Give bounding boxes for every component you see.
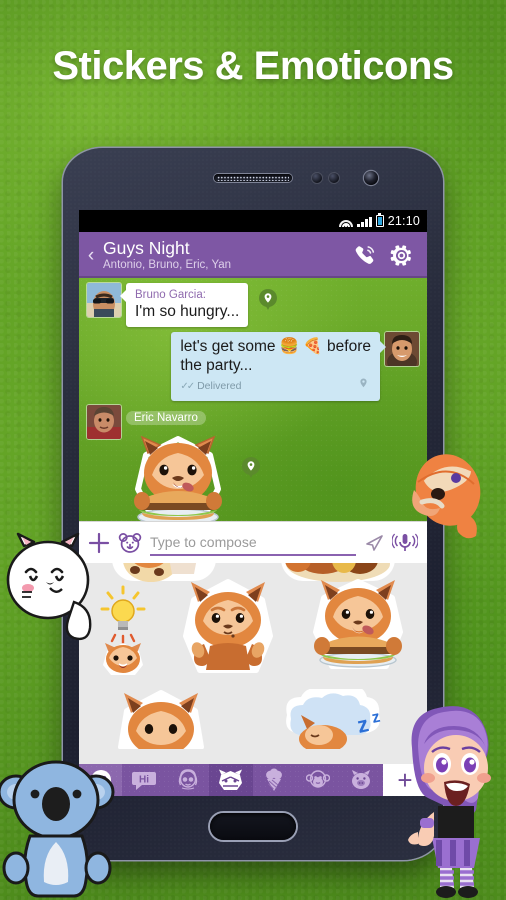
proximity-sensor [312, 173, 322, 183]
bear-face-icon[interactable] [118, 532, 142, 554]
wifi-icon [339, 216, 354, 227]
sidebar-item-pig[interactable] [339, 764, 383, 796]
light-sensor [329, 173, 339, 183]
svg-text:Hi: Hi [139, 775, 149, 786]
status-bar-time: 21:10 [387, 214, 420, 228]
message-text-line2: the party... [180, 357, 253, 374]
sticker-panel[interactable]: z z Hi + [79, 563, 427, 796]
phone-device: 21:10 ‹ Guys Night Antonio, Bruno, Eric,… [63, 148, 443, 860]
message-bubble-outgoing[interactable]: let's get some 🍔 🍕 before the party... ✓… [171, 332, 386, 401]
ice-cream-icon [266, 768, 283, 791]
orange-creature-mascot [412, 454, 481, 539]
sticker-message-body: Eric Navarro [126, 405, 260, 521]
status-bar: 21:10 [79, 210, 427, 232]
chat-participants: Antonio, Bruno, Eric, Yan [103, 258, 232, 271]
chat-title-block[interactable]: Guys Night Antonio, Bruno, Eric, Yan [99, 237, 347, 272]
back-icon[interactable]: ‹ [83, 246, 99, 265]
panda-peek-sticker[interactable] [113, 689, 209, 749]
message-bubble-incoming[interactable]: Bruno Garcia: I'm so hungry... [119, 283, 249, 327]
hi-bubble-icon: Hi [132, 772, 157, 790]
message-row-incoming: Bruno Garcia: I'm so hungry... [79, 278, 427, 327]
sidebar-item-red-panda[interactable] [209, 764, 253, 796]
message-row-sticker: Eric Navarro [79, 401, 427, 521]
panda-burger-sticker[interactable] [306, 576, 410, 682]
chat-title: Guys Night [103, 237, 190, 258]
white-cat-mascot [6, 532, 92, 641]
front-camera [364, 171, 378, 185]
chat-header: ‹ Guys Night Antonio, Bruno, Eric, Yan [79, 232, 427, 278]
sticker-row [79, 563, 427, 582]
sidebar-item-girl[interactable] [165, 764, 210, 796]
send-arrow-icon[interactable] [364, 534, 384, 552]
purple-hair-girl-mascot [408, 706, 491, 898]
gear-icon[interactable] [383, 237, 419, 273]
sidebar-item-monkey[interactable] [296, 764, 340, 796]
pizza-emoji: 🍕 [303, 338, 323, 355]
sticker-row [79, 573, 427, 685]
sticker-row: z z [79, 685, 427, 749]
monkey-icon [305, 770, 330, 788]
sticker-and-pin [126, 429, 260, 521]
battery-icon [375, 213, 384, 227]
message-text-part1: let's get some [180, 338, 276, 355]
avatar[interactable] [87, 283, 121, 317]
location-pin-icon[interactable] [242, 457, 260, 479]
message-status-row: ✓✓ Delivered [180, 377, 371, 395]
panda-idea-sticker[interactable] [96, 583, 150, 675]
red-panda-burger-sticker[interactable] [126, 429, 230, 521]
compose-bar: Type to compose [79, 521, 427, 563]
avatar[interactable] [385, 332, 419, 366]
panda-sleeping-sticker[interactable]: z z [257, 689, 393, 749]
message-text-part2: before [327, 338, 371, 355]
message-row-outgoing: let's get some 🍔 🍕 before the party... ✓… [79, 327, 427, 401]
location-pin-icon[interactable] [356, 377, 371, 395]
red-panda-icon [219, 769, 243, 790]
delivered-check-icon: ✓✓ [180, 380, 195, 392]
phone-screen: 21:10 ‹ Guys Night Antonio, Bruno, Eric,… [79, 210, 427, 796]
sidebar-item-hi[interactable]: Hi [122, 764, 166, 796]
delivery-status: Delivered [197, 380, 242, 392]
location-pin-icon[interactable] [259, 289, 278, 311]
sidebar-item-ice-cream[interactable] [252, 764, 297, 796]
search-compose-wrapper[interactable]: Type to compose [150, 530, 356, 556]
pig-icon [352, 770, 371, 789]
phone-call-icon[interactable] [347, 237, 383, 273]
sticker-tab-bar: Hi + [79, 764, 427, 796]
chat-messages[interactable]: Bruno Garcia: I'm so hungry... let's get… [79, 278, 427, 521]
avatar[interactable] [87, 405, 121, 439]
home-button[interactable] [210, 813, 296, 840]
blue-koala-mascot [0, 760, 115, 898]
girl-face-icon [178, 769, 197, 790]
signal-icon [357, 216, 372, 227]
message-sender: Eric Navarro [126, 411, 206, 425]
promo-headline: Stickers & Emoticons [52, 44, 454, 88]
lightbulb-icon [100, 585, 146, 645]
earpiece-speaker [214, 174, 292, 182]
message-text: I'm so hungry... [135, 303, 240, 320]
message-text-line1: let's get some 🍔 🍕 before [180, 337, 371, 356]
message-sender: Bruno Garcia: [135, 289, 206, 301]
burger-emoji: 🍔 [279, 338, 300, 355]
panda-thumbs-up-sticker[interactable] [176, 576, 280, 682]
compose-input[interactable]: Type to compose [150, 534, 257, 550]
